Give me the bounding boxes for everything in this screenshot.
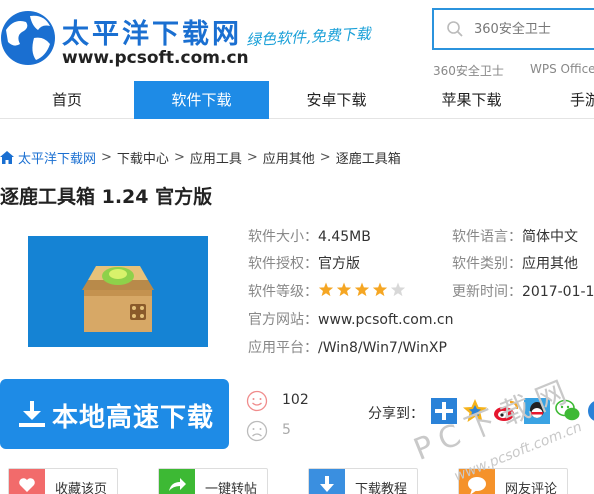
info-label: 软件语言：	[452, 229, 522, 245]
breadcrumb-separator: >	[319, 150, 331, 165]
home-icon	[0, 151, 14, 164]
vote-down[interactable]: 5	[246, 420, 326, 444]
hot-keyword-link[interactable]: WPS Office	[530, 62, 594, 76]
breadcrumb-item[interactable]: 下载中心	[117, 148, 169, 167]
breadcrumb-separator: >	[101, 150, 112, 165]
info-label: 更新时间：	[452, 284, 522, 300]
info-value: 4.45MB	[318, 229, 371, 245]
more-share-icon[interactable]	[586, 398, 594, 424]
user-comments-label: 网友评论	[505, 482, 558, 494]
nav-item-home[interactable]: 首页	[0, 81, 134, 119]
heart-icon	[9, 469, 45, 494]
page-title: 逐鹿工具箱 1.24 官方版	[0, 186, 213, 208]
sad-face-icon	[246, 420, 268, 442]
star-filled-icon	[318, 282, 334, 297]
brand-name[interactable]: 太平洋下载网	[62, 12, 242, 51]
breadcrumb: 太平洋下载网 > 下载中心 > 应用工具 > 应用其他 > 逐鹿工具箱	[0, 148, 401, 167]
star-filled-icon	[372, 282, 388, 297]
download-arrow-icon	[19, 401, 45, 427]
info-value: /Win8/Win7/WinXP	[318, 340, 447, 356]
favorite-button[interactable]: 收藏该页	[8, 468, 118, 494]
info-language: 软件语言：简体中文	[452, 227, 578, 247]
info-label: 软件等级：	[248, 284, 318, 300]
search-icon[interactable]	[446, 20, 464, 38]
search-box	[432, 8, 594, 50]
star-filled-icon	[354, 282, 370, 297]
nav-item-mobile-games[interactable]: 手游	[539, 81, 594, 119]
download-tutorial-label: 下载教程	[355, 482, 408, 494]
treasure-box-icon	[82, 266, 154, 332]
download-button-label: 本地高速下载	[52, 403, 215, 433]
vote-up-count: 102	[282, 392, 309, 408]
software-thumbnail	[28, 236, 208, 347]
local-download-button[interactable]: 本地高速下载	[0, 379, 229, 449]
hot-keyword-link[interactable]: 360安全卫士	[433, 62, 504, 79]
main-nav: 首页 软件下载 安卓下载 苹果下载 手游	[0, 81, 594, 119]
info-value: 简体中文	[522, 229, 578, 245]
info-label: 官方网站：	[248, 312, 318, 328]
breadcrumb-item[interactable]: 逐鹿工具箱	[336, 148, 401, 167]
star-empty-icon	[390, 282, 406, 297]
info-category: 软件类别：应用其他	[452, 254, 578, 274]
info-value: 2017-01-12	[522, 284, 594, 300]
info-label: 软件类别：	[452, 256, 522, 272]
info-license: 软件授权：官方版	[248, 254, 360, 274]
vote-up[interactable]: 102	[246, 390, 326, 414]
search-input[interactable]	[474, 18, 594, 40]
star-filled-icon	[336, 282, 352, 297]
smile-face-icon	[246, 390, 268, 412]
nav-item-apple[interactable]: 苹果下载	[404, 81, 539, 119]
breadcrumb-separator: >	[246, 150, 258, 165]
breadcrumb-item[interactable]: 应用其他	[263, 148, 315, 167]
breadcrumb-item[interactable]: 应用工具	[190, 148, 242, 167]
forward-icon	[159, 469, 195, 494]
info-label: 应用平台：	[248, 340, 318, 356]
brand-domain: www.pcsoft.com.cn	[62, 48, 249, 68]
download-tutorial-button[interactable]: 下载教程	[308, 468, 418, 494]
share-label: 分享到：	[368, 406, 424, 422]
info-rating: 软件等级：	[248, 282, 406, 302]
download-icon	[309, 469, 345, 494]
info-label: 软件大小：	[248, 229, 318, 245]
breadcrumb-separator: >	[173, 150, 185, 165]
info-size: 软件大小：4.45MB	[248, 227, 371, 247]
info-website: 官方网站：www.pcsoft.com.cn	[248, 310, 454, 330]
repost-button[interactable]: 一键转帖	[158, 468, 268, 494]
repost-button-label: 一键转帖	[205, 482, 258, 494]
breadcrumb-item[interactable]: 太平洋下载网	[18, 148, 96, 167]
vote-down-count: 5	[282, 422, 291, 438]
nav-item-software[interactable]: 软件下载	[134, 81, 269, 119]
info-label: 软件授权：	[248, 256, 318, 272]
info-platform: 应用平台：/Win8/Win7/WinXP	[248, 338, 447, 358]
rating-stars	[318, 282, 406, 297]
nav-item-android[interactable]: 安卓下载	[269, 81, 404, 119]
site-logo-icon[interactable]	[0, 2, 60, 72]
info-value[interactable]: 应用其他	[522, 256, 578, 272]
favorite-button-label: 收藏该页	[55, 482, 108, 494]
info-updated: 更新时间：2017-01-12	[452, 282, 594, 302]
info-value[interactable]: www.pcsoft.com.cn	[318, 312, 454, 328]
site-slogan: 绿色软件,免费下载	[245, 24, 372, 50]
info-value: 官方版	[318, 256, 360, 272]
